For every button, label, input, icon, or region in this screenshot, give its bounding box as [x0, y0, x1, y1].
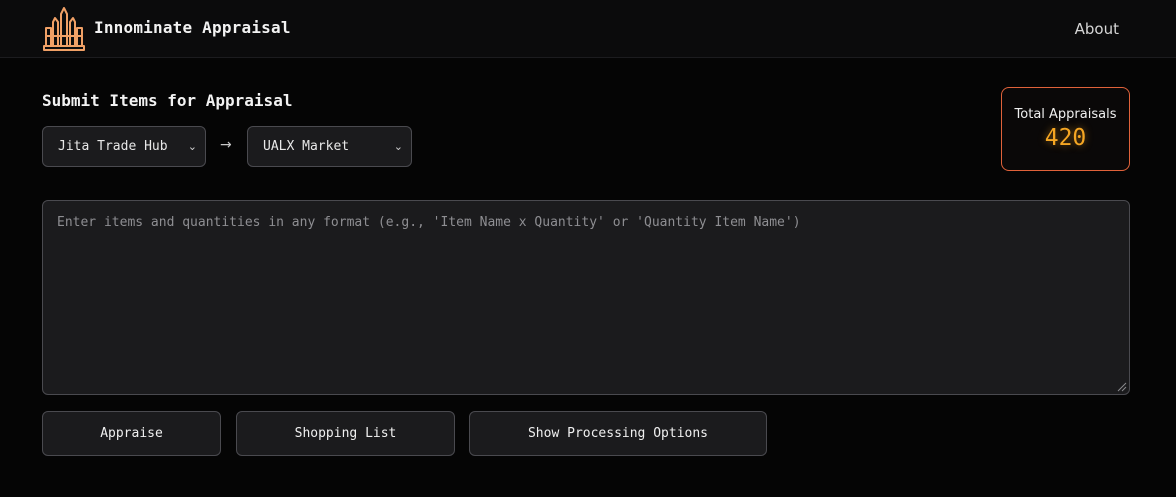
from-market-select[interactable]: Jita Trade Hub ⌄: [42, 126, 206, 167]
castle-logo-icon[interactable]: [43, 6, 85, 52]
arrow-right-icon: →: [220, 137, 232, 153]
to-market-select[interactable]: UALX Market ⌄: [247, 126, 412, 167]
appraise-button[interactable]: Appraise: [42, 411, 221, 456]
about-link[interactable]: About: [1075, 20, 1119, 38]
total-appraisals-value: 420: [1044, 125, 1087, 151]
total-appraisals-card: Total Appraisals 420: [1001, 87, 1130, 171]
to-market-value: UALX Market: [263, 139, 350, 154]
items-textarea[interactable]: Enter items and quantities in any format…: [42, 200, 1130, 395]
items-placeholder: Enter items and quantities in any format…: [57, 215, 801, 230]
section-title: Submit Items for Appraisal: [42, 91, 293, 110]
from-market-value: Jita Trade Hub: [58, 139, 168, 154]
shopping-list-button[interactable]: Shopping List: [236, 411, 455, 456]
show-processing-options-button[interactable]: Show Processing Options: [469, 411, 767, 456]
total-appraisals-label: Total Appraisals: [1014, 107, 1117, 122]
resize-grip-icon[interactable]: [1115, 380, 1127, 392]
app-title[interactable]: Innominate Appraisal: [94, 18, 291, 37]
chevron-down-icon: ⌄: [187, 140, 197, 153]
top-navbar: Innominate Appraisal About: [0, 0, 1176, 58]
chevron-down-icon: ⌄: [393, 140, 403, 153]
